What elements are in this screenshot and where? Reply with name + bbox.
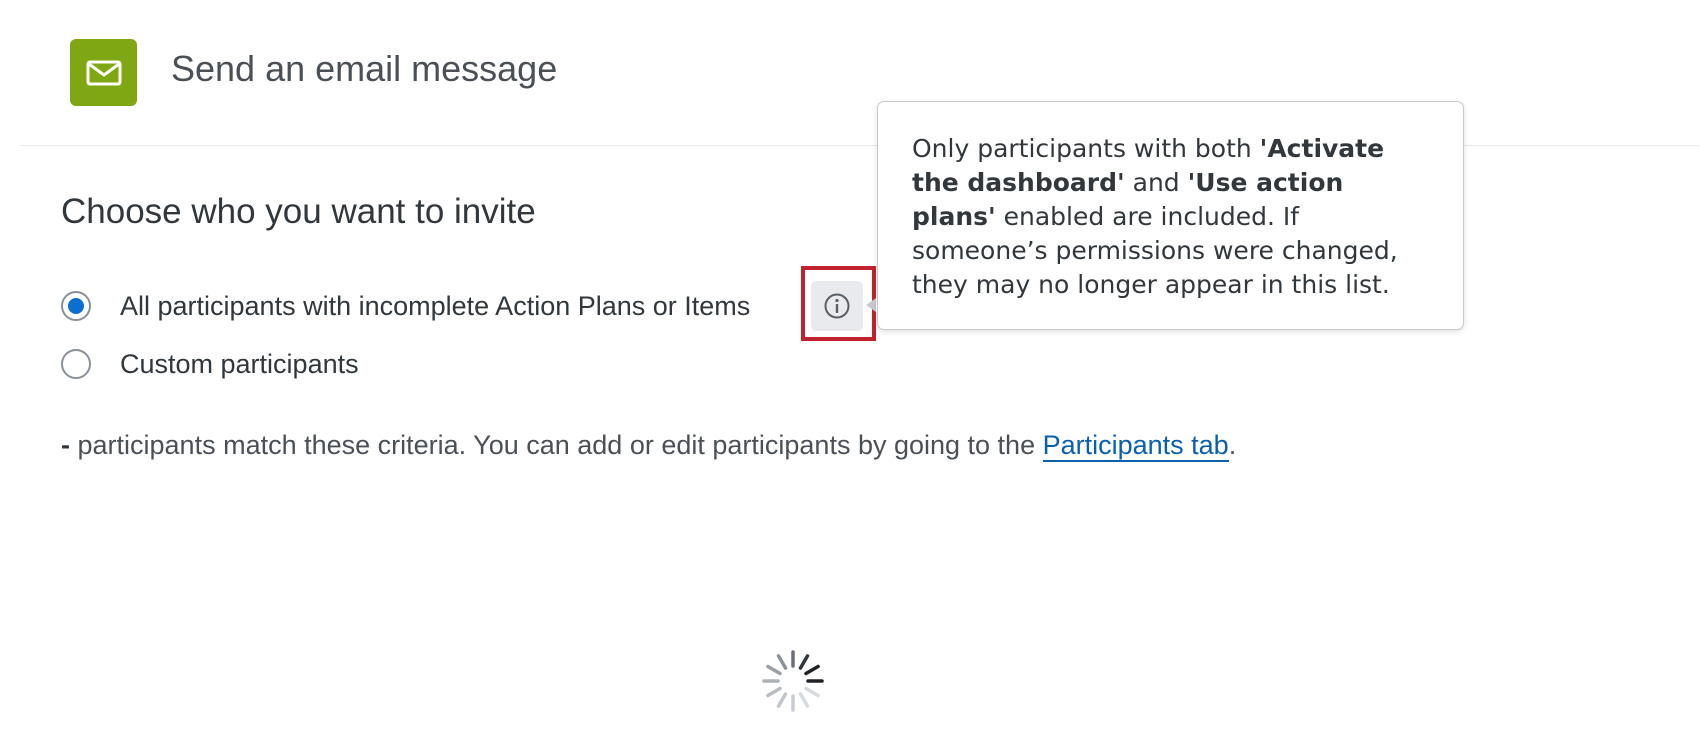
loading-spinner-icon — [760, 648, 826, 714]
radio-all-participants[interactable] — [61, 291, 91, 321]
envelope-icon — [70, 39, 137, 106]
email-setup-page: Send an email message Choose who you wan… — [0, 0, 1700, 740]
section-heading: Choose who you want to invite — [61, 192, 536, 231]
tooltip-text-2: and — [1124, 168, 1188, 197]
info-tooltip: Only participants with both 'Activate th… — [877, 101, 1464, 330]
option-custom-participants[interactable]: Custom participants — [61, 346, 359, 382]
criteria-text: participants match these criteria. You c… — [70, 430, 1043, 460]
participant-count-message: - participants match these criteria. You… — [61, 430, 1237, 462]
info-button[interactable] — [811, 281, 863, 331]
radio-custom-participants[interactable] — [61, 349, 91, 379]
criteria-suffix: . — [1228, 430, 1237, 460]
tooltip-text-1: Only participants with both — [912, 134, 1260, 163]
option-custom-participants-label[interactable]: Custom participants — [120, 349, 359, 380]
participant-count: - — [61, 430, 70, 460]
option-all-participants[interactable]: All participants with incomplete Action … — [61, 288, 750, 324]
option-all-participants-label[interactable]: All participants with incomplete Action … — [120, 291, 750, 322]
participants-tab-link[interactable]: Participants tab — [1042, 430, 1229, 462]
info-icon — [824, 293, 850, 319]
page-title: Send an email message — [171, 48, 558, 89]
tooltip-arrow — [866, 298, 876, 312]
